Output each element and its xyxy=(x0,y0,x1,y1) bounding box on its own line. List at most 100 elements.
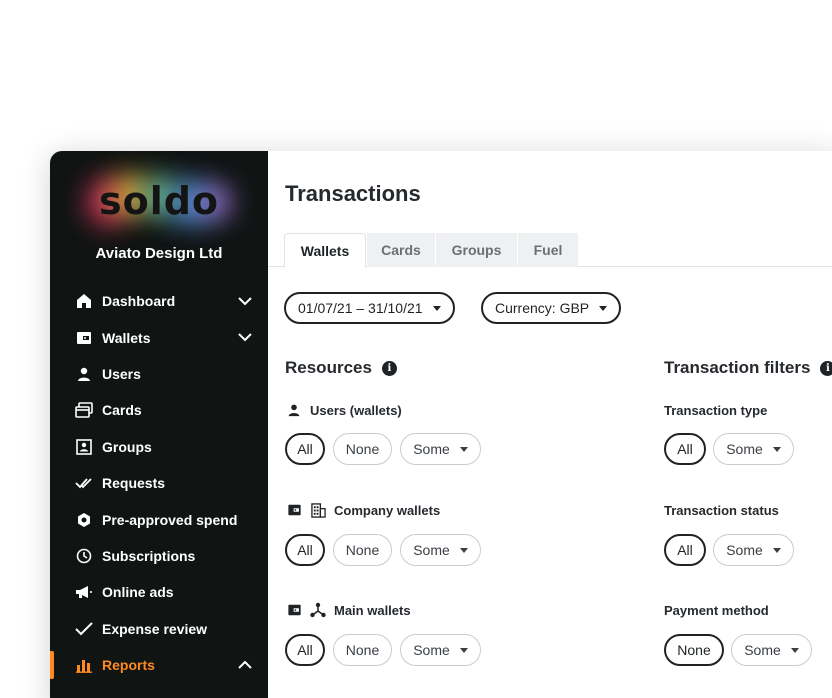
date-range-value: 01/07/21 – 31/10/21 xyxy=(298,300,423,316)
resources-heading: Resources i xyxy=(285,358,397,378)
currency-dropdown[interactable]: Currency: GBP xyxy=(481,292,622,324)
sidebar-item-label: Groups xyxy=(102,438,152,455)
payment-method-none-chip[interactable]: None xyxy=(664,634,724,666)
chevron-down-icon[interactable] xyxy=(236,292,254,310)
chip-label: Some xyxy=(726,542,763,558)
transaction-status-label: Transaction status xyxy=(664,503,779,518)
sidebar-item-label: Reports xyxy=(102,657,155,674)
chip-label: Some xyxy=(726,441,763,457)
users-wallets-label: Users (wallets) xyxy=(286,402,402,418)
sidebar-item-label: Subscriptions xyxy=(102,547,196,564)
caret-down-icon xyxy=(432,305,441,311)
main-content: Transactions Wallets Cards Groups Fuel 0… xyxy=(268,151,832,698)
main-wallets-label: Main wallets xyxy=(286,602,411,618)
sidebar-item-wallets[interactable]: Wallets xyxy=(50,319,268,355)
sidebar-item-subscriptions[interactable]: Subscriptions xyxy=(50,538,268,574)
tab-cards[interactable]: Cards xyxy=(367,233,435,267)
sidebar-item-label: Users xyxy=(102,365,141,382)
info-icon[interactable]: i xyxy=(381,360,397,376)
logo: soldo xyxy=(50,171,268,241)
cards-icon xyxy=(74,400,94,420)
sidebar-item-online-ads[interactable]: Online ads xyxy=(50,574,268,610)
tab-wallets[interactable]: Wallets xyxy=(284,233,366,268)
wallet-icon xyxy=(74,328,94,348)
users-none-chip[interactable]: None xyxy=(333,433,392,465)
network-icon xyxy=(310,602,326,618)
users-some-dropdown[interactable]: Some xyxy=(400,433,481,465)
company-wallets-all-chip[interactable]: All xyxy=(285,534,325,566)
groups-icon xyxy=(74,437,94,457)
hexagon-icon xyxy=(74,510,94,530)
double-check-icon xyxy=(74,473,94,493)
filters-title: Transaction filters xyxy=(664,358,811,377)
sidebar-item-cards[interactable]: Cards xyxy=(50,392,268,428)
sidebar-item-label: Pre-approved spend xyxy=(102,511,238,528)
group-label: Users (wallets) xyxy=(310,402,402,418)
transaction-status-some-dropdown[interactable]: Some xyxy=(713,534,794,566)
clock-icon xyxy=(74,546,94,566)
caret-down-icon xyxy=(459,647,468,653)
company-wallets-none-chip[interactable]: None xyxy=(333,534,392,566)
sidebar-item-requests[interactable]: Requests xyxy=(50,465,268,501)
logo-text: soldo xyxy=(98,179,220,223)
sidebar-item-label: Online ads xyxy=(102,584,174,601)
chip-label: Some xyxy=(744,642,781,658)
user-icon xyxy=(286,402,302,418)
caret-down-icon xyxy=(599,305,608,311)
group-label: Company wallets xyxy=(334,502,441,518)
app-window: soldo Aviato Design Ltd Dashboard Wallet… xyxy=(50,151,832,698)
chip-label: Some xyxy=(413,642,450,658)
sidebar-item-label: Cards xyxy=(102,402,142,419)
sidebar-item-reports[interactable]: Reports xyxy=(50,647,268,683)
transaction-type-all-chip[interactable]: All xyxy=(664,433,706,465)
building-icon xyxy=(310,502,326,518)
chip-label: Some xyxy=(413,441,450,457)
wallet-icon xyxy=(286,502,302,518)
info-icon[interactable]: i xyxy=(820,360,832,376)
sidebar-item-pre-approved-spend[interactable]: Pre-approved spend xyxy=(50,501,268,537)
home-icon xyxy=(74,291,94,311)
wallet-icon xyxy=(286,602,302,618)
payment-method-label: Payment method xyxy=(664,603,769,618)
transaction-type-some-dropdown[interactable]: Some xyxy=(713,433,794,465)
chip-label: Some xyxy=(413,542,450,558)
page-title: Transactions xyxy=(285,181,421,206)
sidebar-item-expense-review[interactable]: Expense review xyxy=(50,611,268,647)
company-name: Aviato Design Ltd xyxy=(95,245,223,262)
main-wallets-all-chip[interactable]: All xyxy=(285,634,325,666)
company-wallets-label: Company wallets xyxy=(286,502,440,518)
currency-value: Currency: GBP xyxy=(495,300,590,316)
caret-down-icon xyxy=(459,547,468,553)
sidebar-item-label: Wallets xyxy=(102,329,151,346)
transaction-status-all-chip[interactable]: All xyxy=(664,534,706,566)
transaction-type-label: Transaction type xyxy=(664,403,768,418)
sidebar-item-dashboard[interactable]: Dashboard xyxy=(50,283,268,319)
sidebar-item-label: Dashboard xyxy=(102,293,176,310)
transaction-filters-heading: Transaction filters i xyxy=(664,358,832,378)
main-wallets-some-dropdown[interactable]: Some xyxy=(400,634,481,666)
caret-down-icon xyxy=(459,446,468,452)
sidebar-nav: Dashboard Wallets Users Cards Groups Req… xyxy=(50,283,268,683)
user-icon xyxy=(74,364,94,384)
caret-down-icon xyxy=(772,446,781,452)
tab-fuel[interactable]: Fuel xyxy=(518,233,578,267)
company-wallets-some-dropdown[interactable]: Some xyxy=(400,534,481,566)
sidebar-item-label: Expense review xyxy=(102,620,208,637)
bar-chart-icon xyxy=(74,655,94,675)
main-wallets-none-chip[interactable]: None xyxy=(333,634,392,666)
caret-down-icon xyxy=(772,547,781,553)
sidebar-item-users[interactable]: Users xyxy=(50,356,268,392)
megaphone-icon xyxy=(74,582,94,602)
check-icon xyxy=(74,619,94,639)
payment-method-some-dropdown[interactable]: Some xyxy=(731,634,812,666)
tab-groups[interactable]: Groups xyxy=(436,233,517,267)
sidebar: soldo Aviato Design Ltd Dashboard Wallet… xyxy=(50,151,268,698)
sidebar-item-groups[interactable]: Groups xyxy=(50,429,268,465)
chevron-down-icon[interactable] xyxy=(236,328,254,346)
tab-bar: Wallets Cards Groups Fuel xyxy=(268,231,832,268)
chevron-up-icon[interactable] xyxy=(236,656,254,674)
caret-down-icon xyxy=(790,647,799,653)
date-range-dropdown[interactable]: 01/07/21 – 31/10/21 xyxy=(284,292,455,324)
users-all-chip[interactable]: All xyxy=(285,433,325,465)
sidebar-item-label: Requests xyxy=(102,475,166,492)
